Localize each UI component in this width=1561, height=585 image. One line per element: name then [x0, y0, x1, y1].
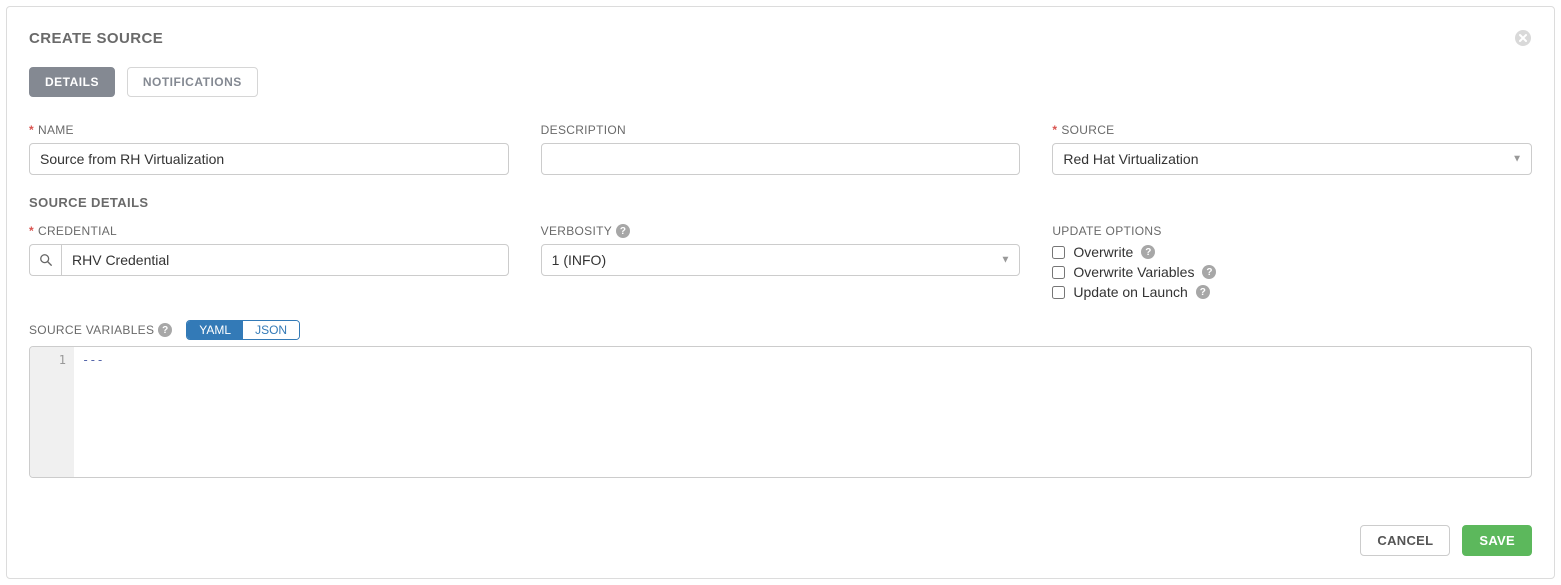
row-basic: * NAME DESCRIPTION * SOURCE Red Hat Virt…	[29, 123, 1532, 175]
field-verbosity: VERBOSITY ? 1 (INFO) ▼	[541, 224, 1021, 300]
help-icon[interactable]: ?	[616, 224, 630, 238]
toggle-yaml[interactable]: YAML	[187, 321, 243, 339]
source-variables-section: SOURCE VARIABLES ? YAML JSON 1 ---	[29, 320, 1532, 478]
field-name: * NAME	[29, 123, 509, 175]
source-variables-editor: 1 ---	[29, 346, 1532, 478]
help-icon[interactable]: ?	[1202, 265, 1216, 279]
name-input[interactable]	[29, 143, 509, 175]
source-variables-header: SOURCE VARIABLES ? YAML JSON	[29, 320, 1532, 340]
overwrite-vars-checkbox[interactable]	[1052, 266, 1065, 279]
field-update-options: UPDATE OPTIONS Overwrite ? Overwrite Var…	[1052, 224, 1532, 300]
field-source: * SOURCE Red Hat Virtualization ▼	[1052, 123, 1532, 175]
editor-gutter: 1	[30, 347, 74, 477]
panel-header: CREATE SOURCE	[29, 29, 1532, 47]
update-options-list: Overwrite ? Overwrite Variables ? Update…	[1052, 244, 1532, 300]
line-number: 1	[59, 353, 66, 367]
update-on-launch-checkbox[interactable]	[1052, 286, 1065, 299]
search-icon	[39, 253, 53, 267]
name-label-text: NAME	[38, 123, 74, 137]
required-star: *	[1052, 123, 1057, 137]
credential-lookup-button[interactable]	[29, 244, 61, 276]
field-credential: * CREDENTIAL	[29, 224, 509, 300]
source-label-text: SOURCE	[1061, 123, 1114, 137]
required-star: *	[29, 224, 34, 238]
source-select[interactable]: Red Hat Virtualization	[1052, 143, 1532, 175]
overwrite-vars-label: Overwrite Variables	[1073, 264, 1194, 280]
verbosity-select[interactable]: 1 (INFO)	[541, 244, 1021, 276]
verbosity-label: VERBOSITY ?	[541, 224, 1021, 238]
row-source-details: * CREDENTIAL VERBOSITY ? 1 (INFO) ▼	[29, 224, 1532, 300]
panel-title: CREATE SOURCE	[29, 30, 163, 47]
tab-notifications[interactable]: NOTIFICATIONS	[127, 67, 258, 97]
field-description: DESCRIPTION	[541, 123, 1021, 175]
overwrite-checkbox[interactable]	[1052, 246, 1065, 259]
save-button[interactable]: SAVE	[1462, 525, 1532, 556]
source-variables-label: SOURCE VARIABLES ?	[29, 323, 172, 337]
help-icon[interactable]: ?	[1196, 285, 1210, 299]
cancel-button[interactable]: CANCEL	[1360, 525, 1450, 556]
help-icon[interactable]: ?	[1141, 245, 1155, 259]
overwrite-label: Overwrite	[1073, 244, 1133, 260]
description-label-text: DESCRIPTION	[541, 123, 626, 137]
create-source-panel: CREATE SOURCE DETAILS NOTIFICATIONS * NA…	[6, 6, 1555, 579]
description-label: DESCRIPTION	[541, 123, 1021, 137]
verbosity-label-text: VERBOSITY	[541, 224, 612, 238]
option-update-on-launch[interactable]: Update on Launch ?	[1052, 284, 1532, 300]
option-overwrite[interactable]: Overwrite ?	[1052, 244, 1532, 260]
close-icon[interactable]	[1514, 29, 1532, 47]
description-input[interactable]	[541, 143, 1021, 175]
credential-label: * CREDENTIAL	[29, 224, 509, 238]
tab-details[interactable]: DETAILS	[29, 67, 115, 97]
credential-input[interactable]	[61, 244, 509, 276]
required-star: *	[29, 123, 34, 137]
verbosity-select-value: 1 (INFO)	[552, 252, 606, 268]
footer-actions: CANCEL SAVE	[1360, 525, 1532, 556]
toggle-json[interactable]: JSON	[243, 321, 299, 339]
update-on-launch-label: Update on Launch	[1073, 284, 1187, 300]
source-variables-label-text: SOURCE VARIABLES	[29, 323, 154, 337]
option-overwrite-vars[interactable]: Overwrite Variables ?	[1052, 264, 1532, 280]
source-select-value: Red Hat Virtualization	[1063, 151, 1198, 167]
source-details-title: SOURCE DETAILS	[29, 195, 1532, 210]
source-label: * SOURCE	[1052, 123, 1532, 137]
update-options-label-text: UPDATE OPTIONS	[1052, 224, 1161, 238]
source-variables-code[interactable]: ---	[74, 347, 1531, 477]
name-label: * NAME	[29, 123, 509, 137]
help-icon[interactable]: ?	[158, 323, 172, 337]
credential-label-text: CREDENTIAL	[38, 224, 117, 238]
yaml-json-toggle: YAML JSON	[186, 320, 300, 340]
update-options-label: UPDATE OPTIONS	[1052, 224, 1532, 238]
tab-bar: DETAILS NOTIFICATIONS	[29, 67, 1532, 97]
